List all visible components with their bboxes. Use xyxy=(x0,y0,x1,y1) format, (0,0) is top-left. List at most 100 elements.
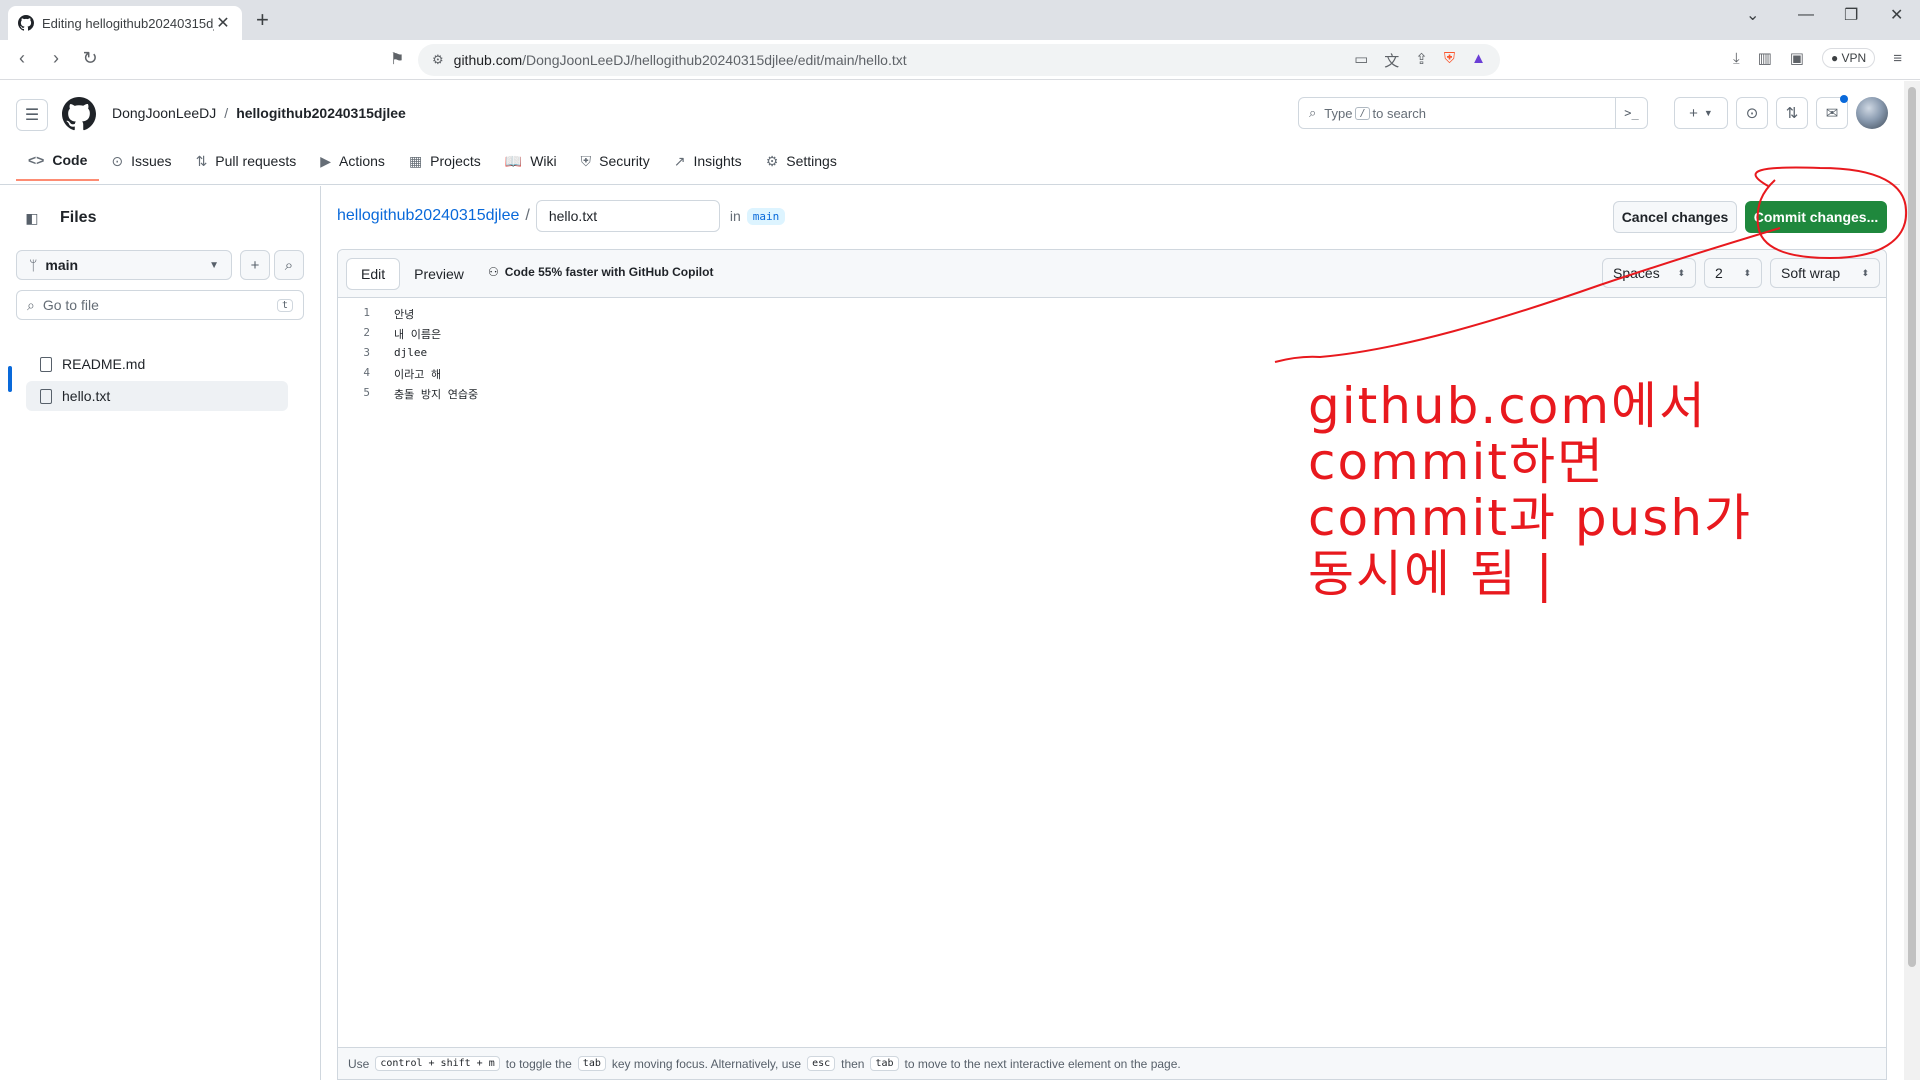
editor-toolbar: Edit Preview ⚇ Code 55% faster with GitH… xyxy=(338,250,1886,298)
download-icon[interactable]: ⤓ xyxy=(1733,50,1740,67)
browser-menu-icon[interactable]: ≡ xyxy=(1893,50,1902,67)
tab-insights[interactable]: ↗ Insights xyxy=(662,141,754,181)
indent-mode-value: Spaces xyxy=(1613,265,1660,281)
restore-icon[interactable]: ❐ xyxy=(1844,0,1858,30)
line-number: 2 xyxy=(363,326,370,339)
brave-rewards-icon[interactable]: ▲ xyxy=(1471,50,1486,71)
tab-issues[interactable]: ⊙ Issues xyxy=(99,141,183,181)
file-tree-item-label: README.md xyxy=(62,356,146,372)
file-tree-sidebar: ◧ Files ᛘ main ▼ + ⌕ ⌕ Go to file t READ… xyxy=(0,186,321,1080)
brave-shield-icon[interactable]: ⛨ xyxy=(1444,50,1455,71)
tab-pull-requests[interactable]: ⇅ Pull requests xyxy=(184,141,309,181)
pull-requests-icon[interactable]: ⇅ xyxy=(1776,97,1808,129)
hint-text: then xyxy=(841,1056,865,1071)
branch-icon: ᛘ xyxy=(29,257,38,273)
filename-input[interactable] xyxy=(535,200,720,232)
hint-text: to move to the next interactive element … xyxy=(904,1056,1181,1071)
page-scrollbar[interactable] xyxy=(1904,81,1920,1080)
tab-list-chevron-icon[interactable]: ⌄ xyxy=(1746,0,1759,30)
indent-mode-select[interactable]: Spaces ⬍ xyxy=(1602,258,1696,288)
repo-nav: <> Code ⊙ Issues ⇅ Pull requests ▶ Actions ▦… xyxy=(16,141,849,185)
github-logo-icon[interactable] xyxy=(62,97,96,131)
hint-key: tab xyxy=(870,1056,899,1071)
graph-icon: ↗ xyxy=(673,152,686,169)
cancel-changes-button[interactable]: Cancel changes xyxy=(1613,201,1737,233)
back-icon[interactable]: ‹ xyxy=(10,48,34,69)
breadcrumb-owner[interactable]: DongJoonLeeDJ xyxy=(112,105,216,121)
go-to-file-placeholder: Go to file xyxy=(42,297,99,313)
window-close-icon[interactable]: ✕ xyxy=(1890,0,1903,30)
hint-key: control + shift + m xyxy=(375,1056,500,1071)
minimize-icon[interactable]: — xyxy=(1798,0,1814,30)
scrollbar-thumb[interactable] xyxy=(1908,87,1916,967)
avatar[interactable] xyxy=(1856,97,1888,129)
file-path-bar: hellogithub20240315djlee / in main xyxy=(337,200,786,232)
add-file-button[interactable]: + xyxy=(240,250,270,280)
create-new-button[interactable]: + ▼ xyxy=(1674,97,1728,129)
book-icon: 📖 xyxy=(504,152,523,169)
tab-security[interactable]: ⛨ Security xyxy=(569,141,662,181)
wrap-mode-select[interactable]: Soft wrap ⬍ xyxy=(1770,258,1880,288)
breadcrumb-separator: / xyxy=(224,105,229,121)
wallet-icon[interactable]: ▣ xyxy=(1790,49,1804,67)
code-line: 충돌 방지 연습중 xyxy=(394,388,479,401)
edit-preview-toggle: Edit Preview xyxy=(346,258,478,290)
search-files-button[interactable]: ⌕ xyxy=(274,250,304,280)
tab-actions[interactable]: ▶ Actions xyxy=(308,141,397,181)
reload-icon[interactable]: ↻ xyxy=(78,48,102,69)
translate-icon[interactable]: 文 xyxy=(1384,50,1399,71)
vpn-label: VPN xyxy=(1841,51,1867,65)
file-tree-item-selected[interactable]: hello.txt xyxy=(26,381,288,411)
global-menu-icon[interactable]: ☰ xyxy=(16,99,48,131)
hint-text: key moving focus. Alternatively, use xyxy=(611,1056,802,1071)
cast-icon[interactable]: ▭ xyxy=(1354,50,1368,71)
code-editor: Edit Preview ⚇ Code 55% faster with GitH… xyxy=(337,249,1887,1080)
address-bar[interactable]: ⚙ github.com/DongJoonLeeDJ/hellogithub20… xyxy=(418,44,1500,76)
url-host: github.com xyxy=(453,52,523,68)
tab-pull-requests-label: Pull requests xyxy=(215,153,297,169)
repo-link[interactable]: hellogithub20240315djlee xyxy=(337,207,519,225)
collapse-sidebar-icon[interactable]: ◧ xyxy=(16,202,48,234)
issues-icon[interactable]: ⊙ xyxy=(1736,97,1768,129)
commit-changes-button[interactable]: Commit changes... xyxy=(1745,201,1887,233)
file-tree-item[interactable]: README.md xyxy=(26,349,288,379)
annotation-text: github.com에서 commit하면 commit과 push가 동시에 … xyxy=(1308,378,1752,602)
site-settings-icon[interactable]: ⚙ xyxy=(432,52,444,68)
notification-indicator xyxy=(1840,95,1848,103)
table-icon: ▦ xyxy=(408,152,423,169)
tab-wiki-label: Wiki xyxy=(530,153,557,169)
tab-preview[interactable]: Preview xyxy=(400,258,478,290)
sidebar-toggle-icon[interactable]: ▥ xyxy=(1758,49,1772,67)
branch-selector[interactable]: ᛘ main ▼ xyxy=(16,250,232,280)
tab-close-icon[interactable]: ✕ xyxy=(214,13,232,33)
tab-title: Editing hellogithub20240315djlee xyxy=(42,15,214,31)
tab-edit[interactable]: Edit xyxy=(346,258,401,290)
tab-wiki[interactable]: 📖 Wiki xyxy=(493,141,569,181)
copilot-promo[interactable]: ⚇ Code 55% faster with GitHub Copilot xyxy=(488,265,713,279)
indent-size-value: 2 xyxy=(1715,265,1723,281)
command-palette-icon[interactable]: >_ xyxy=(1615,98,1647,128)
shield-icon: ⛨ xyxy=(580,152,592,169)
breadcrumb-repo[interactable]: hellogithub20240315djlee xyxy=(236,105,406,121)
forward-icon[interactable]: › xyxy=(44,48,68,69)
pull-request-icon: ⇅ xyxy=(195,152,208,169)
copilot-icon: ⚇ xyxy=(488,265,499,279)
indent-size-select[interactable]: 2 ⬍ xyxy=(1704,258,1762,288)
browser-tab[interactable]: Editing hellogithub20240315djlee ✕ xyxy=(8,6,242,40)
updown-icon: ⬍ xyxy=(1743,267,1751,278)
play-icon: ▶ xyxy=(320,152,332,169)
path-separator: / xyxy=(525,207,530,224)
vpn-button[interactable]: ● VPN xyxy=(1821,48,1876,68)
github-header: ☰ DongJoonLeeDJ / hellogithub20240315djl… xyxy=(0,81,1900,185)
browser-tab-bar: Editing hellogithub20240315djlee ✕ + ⌄ —… xyxy=(0,0,1920,40)
tab-projects[interactable]: ▦ Projects xyxy=(397,141,493,181)
bookmark-icon[interactable]: ⚑ xyxy=(390,49,404,69)
search-input[interactable]: ⌕ Type / to search >_ xyxy=(1298,97,1648,129)
tab-code[interactable]: <> Code xyxy=(16,141,100,181)
gear-icon: ⚙ xyxy=(765,152,779,169)
browser-toolbar: ‹ › ↻ ⚑ ⚙ github.com/DongJoonLeeDJ/hello… xyxy=(0,40,1920,80)
share-icon[interactable]: ⇪ xyxy=(1415,50,1428,71)
go-to-file-input[interactable]: ⌕ Go to file t xyxy=(16,290,304,320)
tab-settings[interactable]: ⚙ Settings xyxy=(754,141,849,181)
new-tab-button[interactable]: + xyxy=(256,8,269,32)
